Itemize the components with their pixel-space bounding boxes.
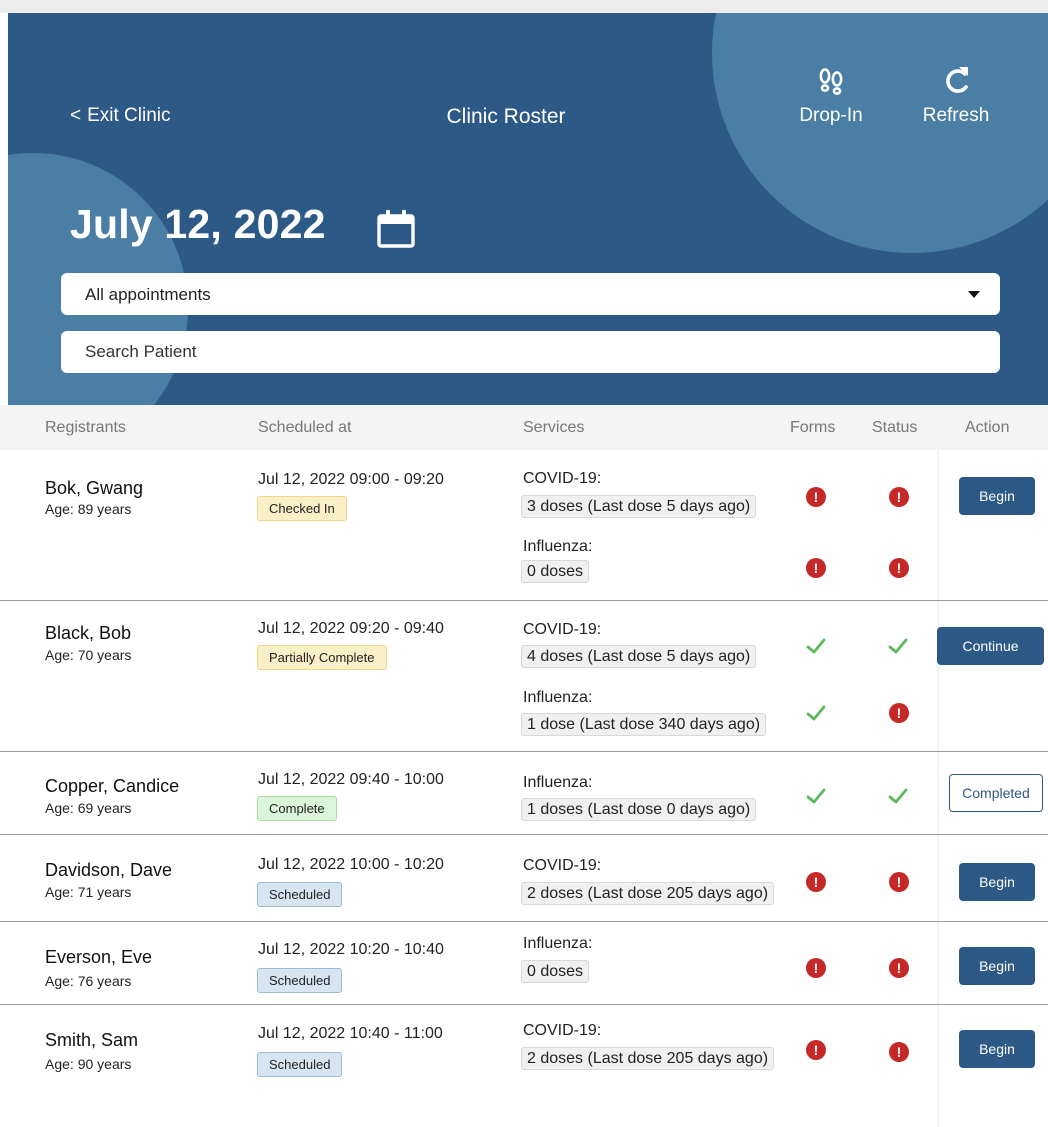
dose-summary: 2 doses (Last dose 205 days ago) — [521, 882, 775, 905]
forms-exclamation-icon: ! — [806, 958, 826, 978]
service-title: Influenza: — [523, 774, 593, 791]
service-title: COVID-19: — [523, 1022, 602, 1039]
dose-summary: 2 doses (Last dose 205 days ago) — [521, 1047, 775, 1070]
status-exclamation-icon: ! — [889, 703, 909, 723]
registrant-name: Black, Bob — [45, 623, 132, 643]
service-title: Influenza: — [523, 538, 593, 555]
status-exclamation-icon: ! — [889, 558, 909, 578]
footprints-icon — [776, 61, 886, 105]
browser-top-strip — [0, 0, 1048, 13]
service-title: COVID-19: — [523, 857, 602, 874]
table-row: Copper, Candice Age: 69 years Jul 12, 20… — [0, 752, 1048, 835]
table-row: Davidson, Dave Age: 71 years Jul 12, 202… — [0, 835, 1048, 922]
clinic-date: July 12, 2022 — [70, 201, 326, 247]
scheduled-time: Jul 12, 2022 09:40 - 10:00 — [258, 771, 444, 788]
refresh-icon — [901, 61, 1011, 105]
begin-button[interactable]: Begin — [959, 1030, 1035, 1068]
chevron-down-icon — [968, 291, 980, 298]
refresh-label: Refresh — [922, 105, 990, 126]
service-title: COVID-19: — [523, 621, 602, 638]
dose-summary: 1 dose (Last dose 340 days ago) — [521, 713, 767, 736]
drop-in-button[interactable]: Drop-In — [776, 61, 886, 127]
status-checkmark-icon — [887, 785, 909, 807]
registrant-age: Age: 89 years — [45, 501, 132, 517]
forms-checkmark-icon — [805, 635, 827, 657]
service-title: Influenza: — [523, 935, 593, 952]
column-scheduled-at: Scheduled at — [258, 419, 352, 436]
calendar-icon[interactable] — [376, 208, 416, 255]
registrant-age: Age: 69 years — [45, 800, 132, 816]
begin-button[interactable]: Begin — [959, 477, 1035, 515]
dose-summary: 3 doses (Last dose 5 days ago) — [521, 495, 757, 518]
forms-exclamation-icon: ! — [806, 1040, 826, 1060]
decorative-circle — [712, 13, 1048, 253]
table-row: Everson, Eve Age: 76 years Jul 12, 2022 … — [0, 922, 1048, 1005]
status-badge: Complete — [257, 796, 337, 821]
drop-in-label: Drop-In — [799, 105, 863, 126]
status-badge: Scheduled — [257, 882, 343, 907]
table-row: Smith, Sam Age: 90 years Jul 12, 2022 10… — [0, 1005, 1048, 1115]
service-title: Influenza: — [523, 689, 593, 706]
appointment-filter-value: All appointments — [85, 285, 211, 304]
continue-button[interactable]: Continue — [937, 627, 1044, 665]
registrant-age: Age: 76 years — [45, 973, 132, 989]
forms-checkmark-icon — [805, 785, 827, 807]
table-row: Black, Bob Age: 70 years Jul 12, 2022 09… — [0, 601, 1048, 752]
table-header: Registrants Scheduled at Services Forms … — [0, 405, 1048, 450]
status-badge: Scheduled — [257, 968, 343, 993]
status-badge: Checked In — [257, 496, 347, 521]
status-exclamation-icon: ! — [889, 487, 909, 507]
chevron-left-icon: < — [70, 105, 82, 126]
table-row: Bok, Gwang Age: 89 years Jul 12, 2022 09… — [0, 450, 1048, 601]
column-forms: Forms — [790, 419, 836, 436]
begin-button[interactable]: Begin — [959, 863, 1035, 901]
refresh-button[interactable]: Refresh — [901, 61, 1011, 127]
column-services: Services — [523, 419, 585, 436]
search-patient-input[interactable] — [61, 331, 1000, 373]
exit-clinic-link[interactable]: < Exit Clinic — [70, 105, 171, 127]
status-exclamation-icon: ! — [889, 1042, 909, 1062]
registrant-name: Everson, Eve — [45, 947, 153, 967]
column-registrants: Registrants — [45, 419, 126, 436]
status-badge: Scheduled — [257, 1052, 343, 1077]
column-status: Status — [872, 419, 918, 436]
status-badge: Partially Complete — [257, 645, 387, 670]
service-title: COVID-19: — [523, 470, 602, 487]
forms-exclamation-icon: ! — [806, 558, 826, 578]
dose-summary: 0 doses — [521, 560, 590, 583]
status-exclamation-icon: ! — [889, 958, 909, 978]
dose-summary: 4 doses (Last dose 5 days ago) — [521, 645, 757, 668]
registrant-name: Bok, Gwang — [45, 478, 144, 498]
registrant-age: Age: 70 years — [45, 647, 132, 663]
forms-checkmark-icon — [805, 702, 827, 724]
scheduled-time: Jul 12, 2022 10:20 - 10:40 — [258, 941, 444, 958]
scheduled-time: Jul 12, 2022 10:40 - 11:00 — [258, 1025, 443, 1042]
roster-header: < Exit Clinic Clinic Roster Drop-In Refre… — [8, 13, 1048, 405]
column-action: Action — [965, 419, 1010, 436]
dose-summary: 0 doses — [521, 960, 590, 983]
registrant-name: Copper, Candice — [45, 776, 180, 796]
registrant-age: Age: 71 years — [45, 884, 132, 900]
dose-summary: 1 doses (Last dose 0 days ago) — [521, 798, 757, 821]
scheduled-time: Jul 12, 2022 10:00 - 10:20 — [258, 856, 444, 873]
scheduled-time: Jul 12, 2022 09:20 - 09:40 — [258, 620, 444, 637]
status-checkmark-icon — [887, 635, 909, 657]
registrant-name: Smith, Sam — [45, 1030, 139, 1050]
scheduled-time: Jul 12, 2022 09:00 - 09:20 — [258, 471, 444, 488]
begin-button[interactable]: Begin — [959, 947, 1035, 985]
completed-button[interactable]: Completed — [949, 774, 1043, 812]
forms-exclamation-icon: ! — [806, 872, 826, 892]
registrant-age: Age: 90 years — [45, 1056, 132, 1072]
page-title: Clinic Roster — [446, 105, 566, 128]
status-exclamation-icon: ! — [889, 872, 909, 892]
appointment-filter-select[interactable]: All appointments — [61, 273, 1000, 315]
forms-exclamation-icon: ! — [806, 487, 826, 507]
registrant-name: Davidson, Dave — [45, 860, 173, 880]
exit-clinic-label: Exit Clinic — [87, 105, 171, 126]
